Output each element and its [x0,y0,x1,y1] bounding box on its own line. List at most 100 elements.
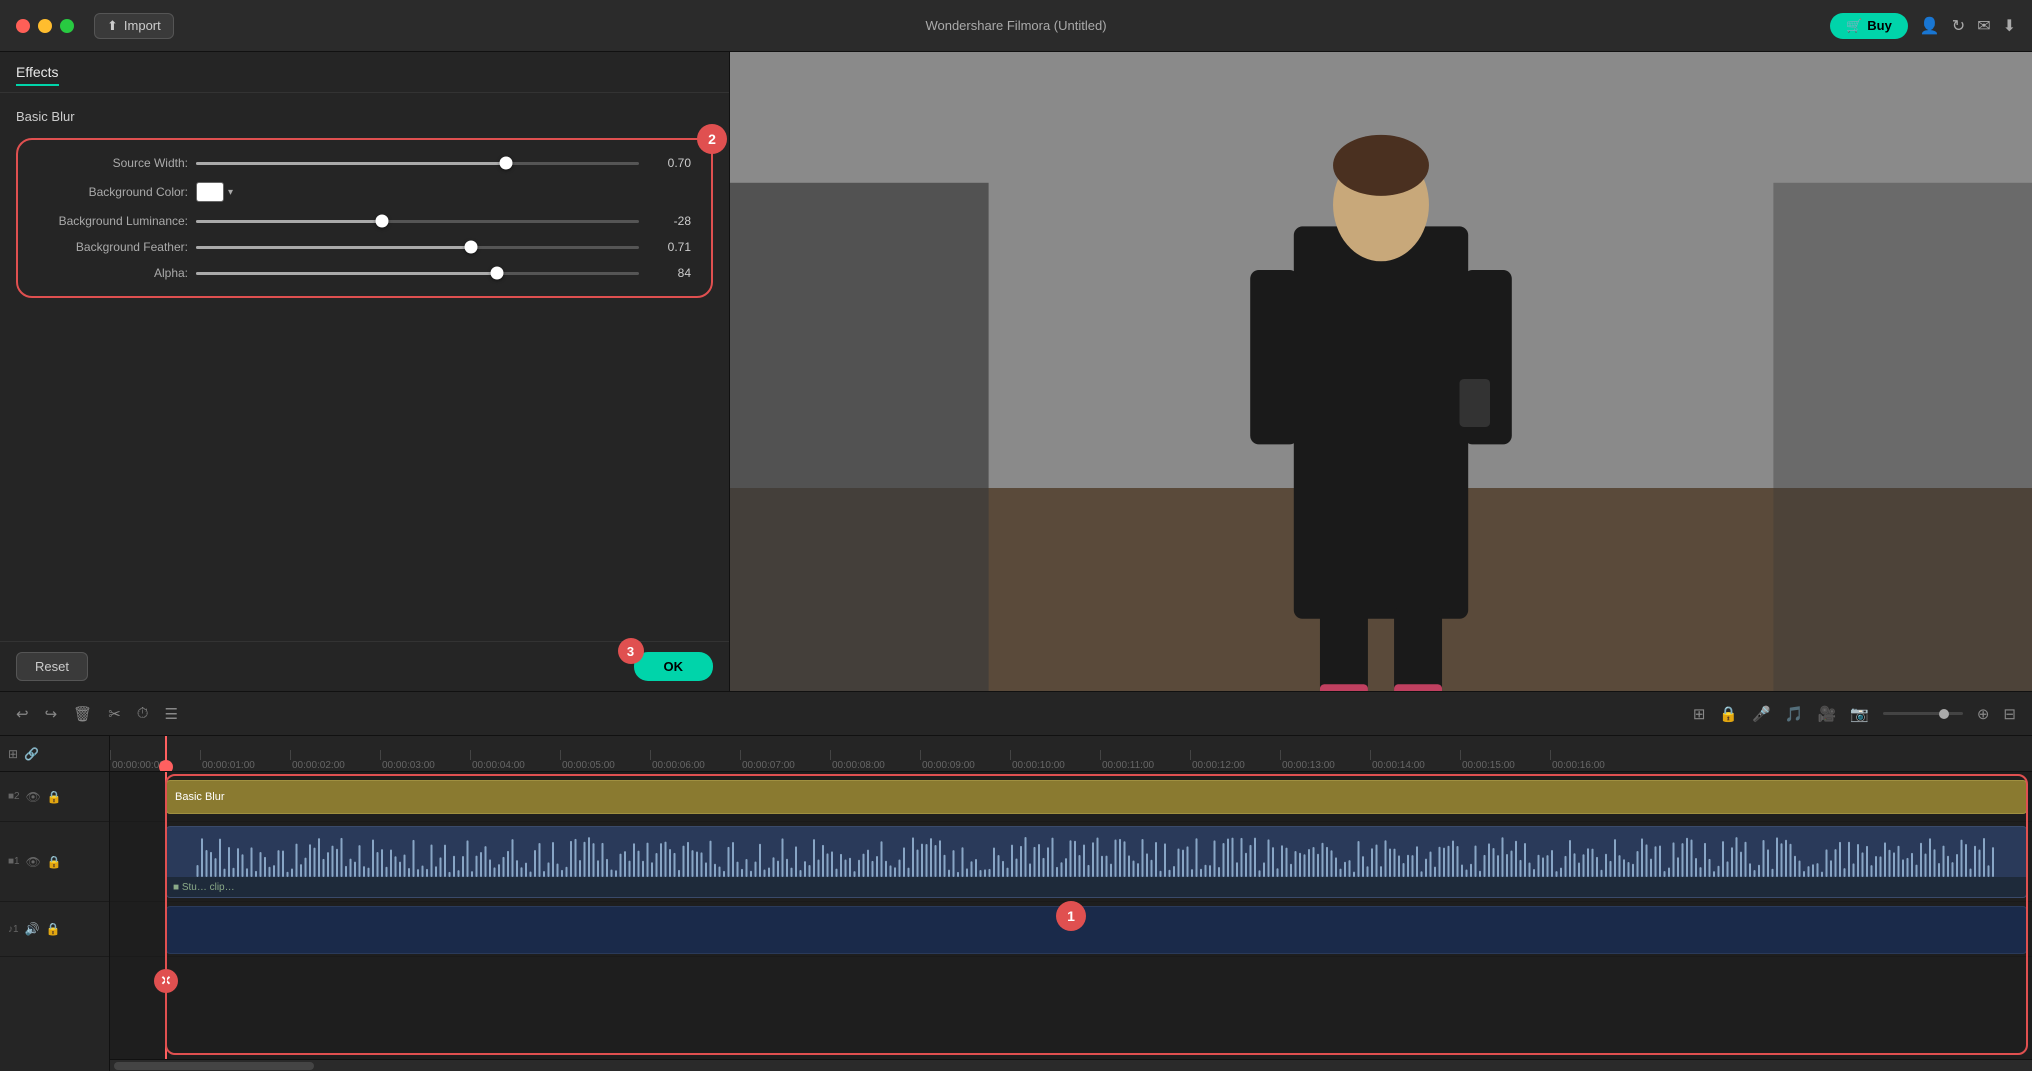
maximize-button[interactable] [60,19,74,33]
buy-button[interactable]: 🛒 Buy [1830,13,1908,39]
audio-lock-icon[interactable]: 🔒 [46,922,61,936]
ruler-mark-2: 00:00:02:00 [290,750,380,771]
video-icon[interactable]: 🎥 [1817,705,1836,723]
audio-vol-icon[interactable]: 🔊 [25,922,40,936]
ruler-mark-0: 00:00:00:00 [110,750,200,771]
source-width-fill [196,162,506,165]
delete-icon[interactable]: 🗑 [73,705,92,723]
import-button[interactable]: ⬆ Import [94,13,174,39]
zoom-reset-icon[interactable]: ⊕ [1977,705,1990,723]
ruler-mark-6: 00:00:06:00 [650,750,740,771]
reset-button[interactable]: Reset [16,652,88,681]
badge-3: 3 [618,638,644,664]
color-swatch[interactable] [196,182,224,202]
alpha-row: Alpha: 84 [38,266,691,280]
lock-icon[interactable]: 🔒 [1719,705,1738,723]
cut-icon[interactable]: ✂ [108,705,121,723]
bg-feather-row: Background Feather: 0.71 [38,240,691,254]
audio-clip[interactable] [166,906,2027,954]
bg-luminance-value: -28 [647,214,691,228]
alpha-fill [196,272,497,275]
close-button[interactable] [16,19,30,33]
zoom-thumb[interactable] [1939,709,1949,719]
panel-toggle-icon[interactable]: ⊟ [2003,705,2016,723]
ruler-mark-9: 00:00:09:00 [920,750,1010,771]
bg-luminance-thumb[interactable] [376,215,389,228]
alpha-label: Alpha: [38,266,188,280]
playhead-track-line [165,772,167,1059]
effect-eye-icon[interactable]: 👁 [26,790,41,804]
tracks-area: 00:00:00:00 00:00:01:00 00:00:02:00 00:0… [110,736,2032,1071]
alpha-track [196,272,639,275]
timeline-section: ↩ ↪ 🗑 ✂ ⏱ ☰ ⊞ 🔒 🎤 🎵 🎥 📷 ⊕ ⊟ ⊞ [0,691,2032,1071]
link-icon[interactable]: 🔗 [24,747,39,761]
minimize-button[interactable] [38,19,52,33]
horizontal-scrollbar[interactable] [110,1059,2032,1071]
effect-lock-icon[interactable]: 🔒 [47,790,62,804]
ruler-mark-1: 00:00:01:00 [200,750,290,771]
track-labels: ⊞ 🔗 ■2 👁 🔒 ■1 👁 🔒 ♪1 🔊 🔒 [0,736,110,1071]
scrollbar-thumb[interactable] [114,1062,314,1070]
timeline-right-tools: ⊞ 🔒 🎤 🎵 🎥 📷 ⊕ ⊟ [1693,705,2016,723]
list-icon[interactable]: ☰ [164,705,177,723]
profile-icon[interactable]: 👤 [1920,16,1940,36]
app-title: Wondershare Filmora (Untitled) [925,18,1106,33]
ruler-mark-4: 00:00:04:00 [470,750,560,771]
effect-clip-label: Basic Blur [175,791,225,803]
params-box: 2 Source Width: 0.70 Background Color: [16,138,713,298]
timeline-ruler: 00:00:00:00 00:00:01:00 00:00:02:00 00:0… [110,736,2032,772]
ok-btn-wrap: 3 OK [634,652,714,681]
camera-icon[interactable]: 📷 [1850,705,1869,723]
effects-tab-label[interactable]: Effects [16,64,59,86]
ruler-mark-15: 00:00:15:00 [1460,750,1550,771]
ruler-mark-11: 00:00:11:00 [1100,750,1190,771]
source-width-row: Source Width: 0.70 [38,156,691,170]
source-width-value: 0.70 [647,156,691,170]
ruler-mark-12: 00:00:12:00 [1190,750,1280,771]
ok-button[interactable]: OK [634,652,714,681]
mic-icon[interactable]: 🎤 [1752,705,1771,723]
grid-icon[interactable]: ⊞ [1693,705,1706,723]
timer-icon[interactable]: ⏱ [137,705,149,722]
zoom-slider[interactable] [1883,712,1963,715]
preview-area [730,52,2032,706]
bg-feather-thumb[interactable] [464,241,477,254]
import-icon: ⬆ [107,18,118,34]
bg-luminance-fill [196,220,382,223]
video-track-label: ■1 👁 🔒 [0,822,109,902]
bg-color-label: Background Color: [38,185,188,199]
titlebar-right: 🛒 Buy 👤 ↻ ✉ ⬇ [1830,13,2016,39]
alpha-thumb[interactable] [491,267,504,280]
refresh-icon[interactable]: ↻ [1952,16,1965,36]
ruler-mark-5: 00:00:05:00 [560,750,650,771]
bg-color-row: Background Color: ▾ [38,182,691,202]
video-clip[interactable]: ■ Stu… clip… [166,826,2027,898]
badge-2: 2 [697,124,727,154]
music-icon[interactable]: 🎵 [1785,705,1804,723]
ruler-mark-8: 00:00:08:00 [830,750,920,771]
video-lock-icon[interactable]: 🔒 [47,855,62,869]
mail-icon[interactable]: ✉ [1977,16,1990,36]
video-eye-icon[interactable]: 👁 [26,855,41,869]
download-icon[interactable]: ⬇ [2003,16,2016,36]
video-clip-footer: ■ Stu… clip… [167,877,2026,897]
main-layout: Effects Basic Blur 2 Source Width: 0.70 [0,52,2032,691]
video-track: ■ Stu… clip… [110,822,2032,902]
titlebar: ⬆ Import Wondershare Filmora (Untitled) … [0,0,2032,52]
audio-track-num: ♪1 [8,924,19,935]
grid-toggle-icon[interactable]: ⊞ [8,747,18,761]
source-width-thumb[interactable] [500,157,513,170]
traffic-lights [16,19,74,33]
source-width-label: Source Width: [38,156,188,170]
effect-clip[interactable]: Basic Blur [166,780,2027,814]
source-width-slider-wrap [196,162,639,165]
bg-luminance-slider-wrap [196,220,639,223]
undo-icon[interactable]: ↩ [16,705,29,723]
color-dropdown-icon[interactable]: ▾ [228,187,233,198]
timeline-body: ⊞ 🔗 ■2 👁 🔒 ■1 👁 🔒 ♪1 🔊 🔒 [0,736,2032,1071]
cart-icon: 🛒 [1846,18,1862,34]
waveform-svg [169,832,2024,877]
playhead-marker[interactable] [159,760,173,772]
redo-icon[interactable]: ↪ [45,705,58,723]
import-label: Import [124,18,161,33]
